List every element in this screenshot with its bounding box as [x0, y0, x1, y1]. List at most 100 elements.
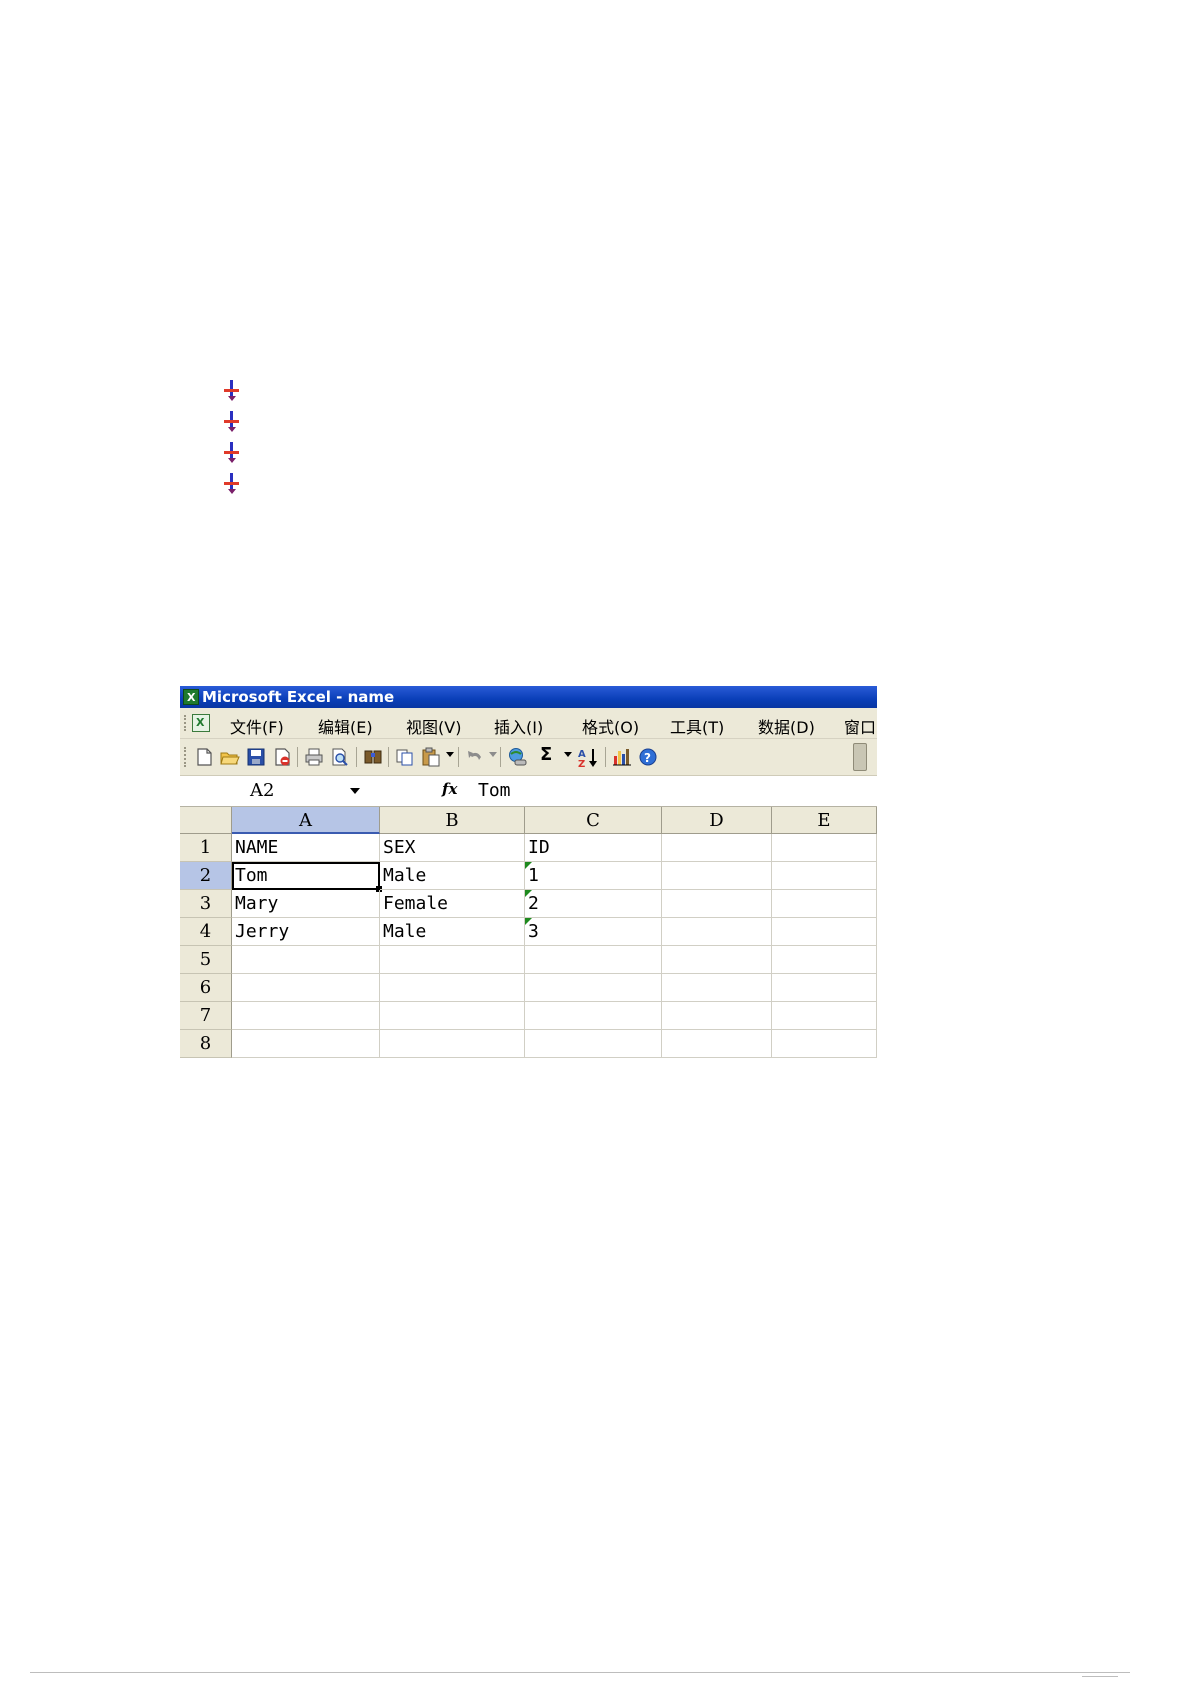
row-header-4[interactable]: 4: [180, 918, 232, 946]
excel-app-icon[interactable]: X: [183, 689, 199, 705]
cell-e3[interactable]: [772, 890, 877, 918]
page-footer-rule: [30, 1672, 1130, 1673]
toolbar-grip[interactable]: [184, 747, 189, 767]
cell-e2[interactable]: [772, 862, 877, 890]
number-as-text-indicator-icon[interactable]: [525, 918, 532, 925]
cell-c8[interactable]: [525, 1030, 662, 1058]
cell-d3[interactable]: [662, 890, 772, 918]
undo-dropdown-chevron-down-icon[interactable]: [489, 752, 497, 757]
menu-edit[interactable]: 编辑(E): [318, 714, 373, 738]
cell-b1[interactable]: SEX: [380, 834, 525, 862]
undo-icon[interactable]: [465, 747, 485, 767]
new-document-icon[interactable]: [194, 747, 214, 767]
menu-file[interactable]: 文件(F): [230, 714, 284, 738]
toolbar-separator: [388, 747, 389, 767]
sort-ascending-icon[interactable]: AZ: [577, 747, 597, 770]
cell-c5[interactable]: [525, 946, 662, 974]
save-icon[interactable]: [246, 747, 266, 767]
column-header-d[interactable]: D: [662, 807, 772, 834]
cell-a6[interactable]: [232, 974, 380, 1002]
number-as-text-indicator-icon[interactable]: [525, 862, 532, 869]
research-icon[interactable]: [363, 747, 383, 767]
cell-c7[interactable]: [525, 1002, 662, 1030]
menu-window[interactable]: 窗口: [844, 714, 876, 738]
cell-d4[interactable]: [662, 918, 772, 946]
row-header-1[interactable]: 1: [180, 834, 232, 862]
autosum-icon[interactable]: Σ: [540, 744, 552, 765]
menu-tools[interactable]: 工具(T): [670, 714, 724, 738]
cell-c2[interactable]: 1: [525, 862, 662, 890]
formula-input[interactable]: Tom: [478, 780, 511, 801]
cell-b8[interactable]: [380, 1030, 525, 1058]
row-header-8[interactable]: 8: [180, 1030, 232, 1058]
cell-a1[interactable]: NAME: [232, 834, 380, 862]
cell-b6[interactable]: [380, 974, 525, 1002]
cell-b4[interactable]: Male: [380, 918, 525, 946]
hyperlink-globe-icon[interactable]: [507, 747, 527, 767]
paste-dropdown-chevron-down-icon[interactable]: [446, 752, 454, 757]
cell-a4[interactable]: Jerry: [232, 918, 380, 946]
row-header-3[interactable]: 3: [180, 890, 232, 918]
cell-c4[interactable]: 3: [525, 918, 662, 946]
cell-e7[interactable]: [772, 1002, 877, 1030]
cell-b2[interactable]: Male: [380, 862, 525, 890]
menu-view[interactable]: 视图(V): [406, 714, 461, 738]
cell-e8[interactable]: [772, 1030, 877, 1058]
row-header-7[interactable]: 7: [180, 1002, 232, 1030]
paste-icon[interactable]: [421, 747, 441, 767]
menu-format[interactable]: 格式(O): [582, 714, 639, 738]
toolbar-separator: [458, 747, 459, 767]
name-box[interactable]: A2: [180, 776, 455, 805]
cell-b5[interactable]: [380, 946, 525, 974]
toolbar-options-chevron-icon[interactable]: [853, 743, 867, 771]
column-header-a[interactable]: A: [232, 807, 380, 834]
worksheet-grid: A B C D E 1 NAME SEX ID 2 Tom Male 1 3 Mary Female 2 4 Jer…: [180, 807, 877, 1072]
open-folder-icon[interactable]: [220, 747, 240, 767]
column-header-b[interactable]: B: [380, 807, 525, 834]
select-all-corner[interactable]: [180, 807, 232, 834]
cell-c6[interactable]: [525, 974, 662, 1002]
cell-e4[interactable]: [772, 918, 877, 946]
page-number-mark: [1082, 1676, 1118, 1683]
column-header-c[interactable]: C: [525, 807, 662, 834]
excel-window: X Microsoft Excel - name X 文件(F) 编辑(E) 视…: [180, 686, 877, 1072]
copy-icon[interactable]: [395, 747, 415, 767]
cell-b3[interactable]: Female: [380, 890, 525, 918]
row-header-2[interactable]: 2: [180, 862, 232, 890]
cell-d1[interactable]: [662, 834, 772, 862]
cell-a7[interactable]: [232, 1002, 380, 1030]
cell-b7[interactable]: [380, 1002, 525, 1030]
menubar-grip[interactable]: [184, 715, 189, 731]
cell-a3[interactable]: Mary: [232, 890, 380, 918]
cell-a8[interactable]: [232, 1030, 380, 1058]
cell-a5[interactable]: [232, 946, 380, 974]
print-icon[interactable]: [304, 747, 324, 767]
insert-function-button[interactable]: fx: [442, 776, 466, 805]
cell-e1[interactable]: [772, 834, 877, 862]
permission-icon[interactable]: [272, 747, 292, 767]
cell-a2[interactable]: Tom: [232, 862, 380, 890]
bullet-marker-icon: [224, 411, 240, 433]
cell-e6[interactable]: [772, 974, 877, 1002]
toolbar-separator: [297, 747, 298, 767]
chart-wizard-icon[interactable]: [612, 747, 632, 767]
cell-c3[interactable]: 2: [525, 890, 662, 918]
row-header-5[interactable]: 5: [180, 946, 232, 974]
column-header-e[interactable]: E: [772, 807, 877, 834]
cell-d5[interactable]: [662, 946, 772, 974]
cell-e5[interactable]: [772, 946, 877, 974]
number-as-text-indicator-icon[interactable]: [525, 890, 532, 897]
name-box-chevron-down-icon[interactable]: [350, 788, 360, 794]
menu-data[interactable]: 数据(D): [758, 714, 815, 738]
cell-d7[interactable]: [662, 1002, 772, 1030]
workbook-icon[interactable]: X: [192, 714, 210, 732]
cell-c1[interactable]: ID: [525, 834, 662, 862]
cell-d8[interactable]: [662, 1030, 772, 1058]
print-preview-icon[interactable]: [330, 747, 350, 767]
row-header-6[interactable]: 6: [180, 974, 232, 1002]
help-icon[interactable]: ?: [638, 747, 658, 767]
cell-d6[interactable]: [662, 974, 772, 1002]
autosum-dropdown-chevron-down-icon[interactable]: [564, 752, 572, 757]
menu-insert[interactable]: 插入(I): [494, 714, 543, 738]
cell-d2[interactable]: [662, 862, 772, 890]
